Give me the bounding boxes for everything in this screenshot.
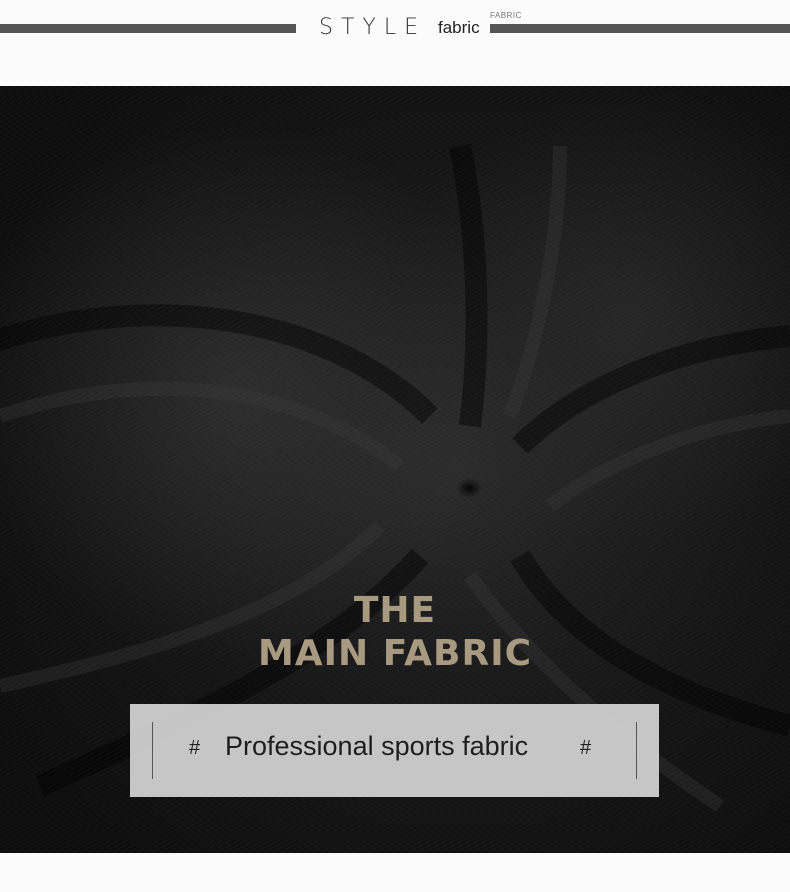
- header: STYLE fabric FABRIC: [0, 0, 790, 86]
- caption-box: # Professional sports fabric #: [130, 704, 659, 797]
- hash-left: #: [189, 737, 201, 759]
- hash-right: #: [580, 737, 592, 759]
- headline-line-2: MAIN FABRIC: [257, 633, 533, 674]
- caption-bar-left: [152, 722, 153, 779]
- header-rule-left: [0, 24, 296, 33]
- style-title: STYLE: [319, 15, 426, 40]
- caption-text: Professional sports fabric: [225, 731, 529, 761]
- headline-line-1: THE: [353, 590, 437, 631]
- fabric-subtitle: FABRIC: [490, 11, 522, 20]
- fabric-photo: THE MAIN FABRIC # Professional sports fa…: [0, 86, 790, 853]
- fabric-title: fabric: [438, 18, 480, 37]
- footer-strip: [0, 853, 790, 892]
- header-rule-right: [490, 24, 790, 33]
- caption-bar-right: [636, 722, 637, 779]
